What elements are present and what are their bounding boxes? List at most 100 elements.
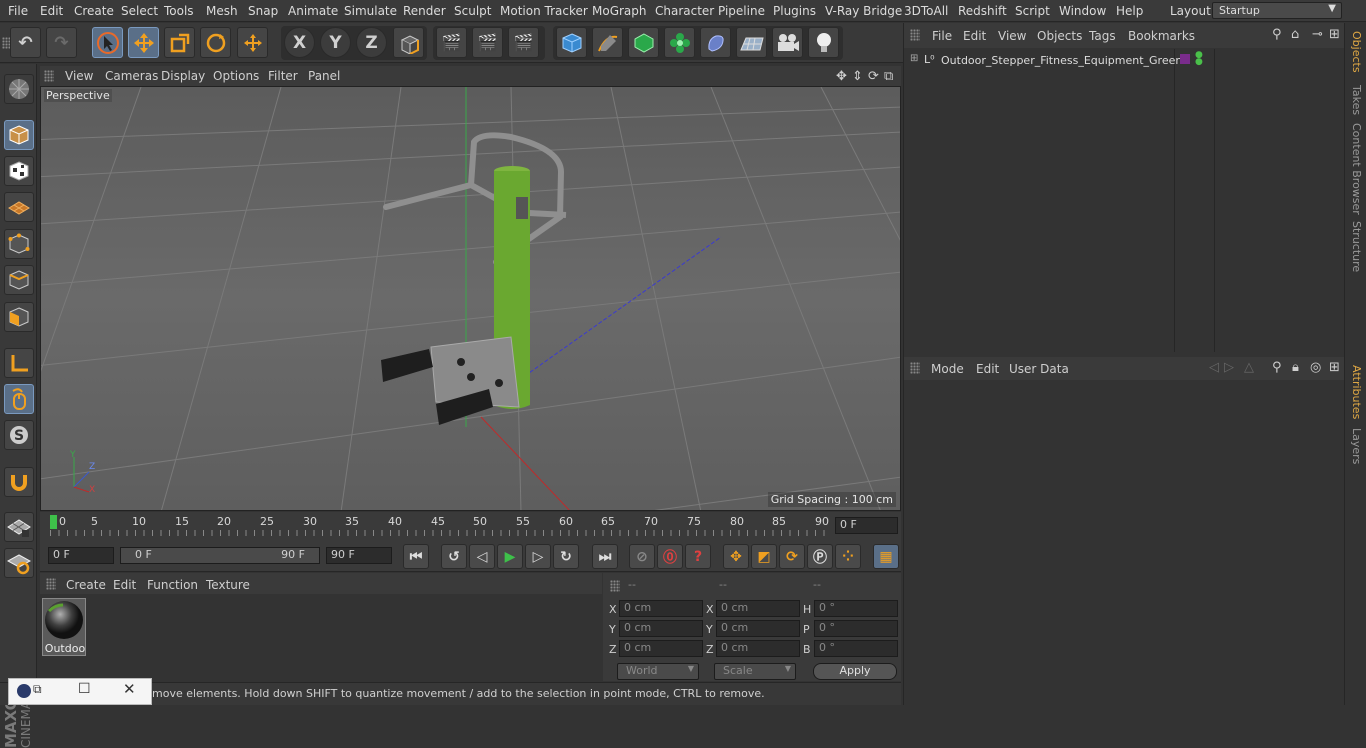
undo-button[interactable]: ↶ bbox=[10, 27, 41, 58]
objects-menu-bookmarks[interactable]: Bookmarks bbox=[1128, 29, 1195, 43]
rot-h-field[interactable]: 0 ° bbox=[814, 600, 898, 617]
tab-structure[interactable]: Structure bbox=[1350, 221, 1363, 272]
pos-z-field[interactable]: 0 cm bbox=[619, 640, 703, 657]
cloner-button[interactable] bbox=[664, 27, 695, 58]
size-z-field[interactable]: 0 cm bbox=[716, 640, 800, 657]
rot-b-field[interactable]: 0 ° bbox=[814, 640, 898, 657]
expand-icon[interactable]: ⊞ bbox=[910, 53, 918, 64]
previous-frame-button[interactable]: ◁ bbox=[469, 544, 495, 569]
render-settings-button[interactable]: 🎬 bbox=[508, 27, 539, 58]
quantize-grid-button[interactable] bbox=[4, 512, 34, 542]
menu-motion-tracker[interactable]: Motion Tracker bbox=[500, 4, 588, 18]
search-icon[interactable]: ⚲ bbox=[1272, 360, 1282, 375]
recent-tool-button[interactable] bbox=[237, 27, 268, 58]
size-y-field[interactable]: 0 cm bbox=[716, 620, 800, 637]
viewport-menu-panel[interactable]: Panel bbox=[308, 69, 340, 83]
record-keys-button[interactable]: ⊘ bbox=[629, 544, 655, 569]
viewport-menu-filter[interactable]: Filter bbox=[268, 69, 298, 83]
menu-3dtoall[interactable]: 3DToAll bbox=[904, 4, 948, 18]
rotate-tool-button[interactable] bbox=[200, 27, 231, 58]
search-icon[interactable]: ⚲ bbox=[1272, 27, 1282, 42]
key-pla-button[interactable]: ⁘ bbox=[835, 544, 861, 569]
viewport-menu-view[interactable]: View bbox=[65, 69, 93, 83]
coordinate-space-select[interactable]: World ▼ bbox=[617, 663, 699, 680]
menu-pipeline[interactable]: Pipeline bbox=[718, 4, 765, 18]
menu-edit[interactable]: Edit bbox=[40, 4, 63, 18]
deformer-button[interactable] bbox=[700, 27, 731, 58]
points-mode-button[interactable] bbox=[4, 229, 34, 259]
menu-simulate[interactable]: Simulate bbox=[344, 4, 397, 18]
viewport-rotate-icon[interactable]: ⟳ bbox=[868, 69, 879, 84]
material-menu-create[interactable]: Create bbox=[66, 578, 106, 592]
layout-select[interactable]: Startup ▼ bbox=[1212, 2, 1342, 19]
pos-x-field[interactable]: 0 cm bbox=[619, 600, 703, 617]
viewport-maximize-icon[interactable]: ⧉ bbox=[884, 69, 893, 84]
new-panel-icon[interactable]: ⊞ bbox=[1329, 360, 1340, 375]
size-x-field[interactable]: 0 cm bbox=[716, 600, 800, 617]
maximize-icon[interactable]: ☐ bbox=[78, 681, 91, 697]
keyframe-selection-button[interactable]: ? bbox=[685, 544, 711, 569]
tab-layers[interactable]: Layers bbox=[1350, 428, 1363, 464]
edges-mode-button[interactable] bbox=[4, 265, 34, 295]
tab-attributes[interactable]: Attributes bbox=[1350, 365, 1363, 419]
menu-sculpt[interactable]: Sculpt bbox=[454, 4, 491, 18]
solo-button[interactable]: S bbox=[4, 420, 34, 450]
menu-window[interactable]: Window bbox=[1059, 4, 1106, 18]
start-frame-field[interactable]: 0 F bbox=[48, 547, 114, 564]
camera-button[interactable] bbox=[772, 27, 803, 58]
tab-content-browser[interactable]: Content Browser bbox=[1350, 123, 1363, 215]
viewport-menu-display[interactable]: Display bbox=[161, 69, 205, 83]
tab-objects[interactable]: Objects bbox=[1350, 31, 1363, 73]
menu-select[interactable]: Select bbox=[121, 4, 158, 18]
next-frame-button[interactable]: ▷ bbox=[525, 544, 551, 569]
enable-axis-button[interactable] bbox=[4, 348, 34, 378]
subdivision-surface-button[interactable] bbox=[628, 27, 659, 58]
target-icon[interactable]: ◎ bbox=[1310, 360, 1321, 375]
objects-menu-view[interactable]: View bbox=[998, 29, 1026, 43]
current-frame-field[interactable]: 0 F bbox=[835, 517, 898, 534]
menu-character[interactable]: Character bbox=[655, 4, 714, 18]
viewport-zoom-icon[interactable]: ⇕ bbox=[852, 69, 863, 84]
key-scale-button[interactable]: ◩ bbox=[751, 544, 777, 569]
menu-mograph[interactable]: MoGraph bbox=[592, 4, 647, 18]
floor-button[interactable] bbox=[736, 27, 767, 58]
autokey-button[interactable]: ⓪ bbox=[657, 544, 683, 569]
make-editable-button[interactable] bbox=[4, 74, 34, 104]
attributes-menu-user-data[interactable]: User Data bbox=[1009, 362, 1069, 376]
material-menu-texture[interactable]: Texture bbox=[206, 578, 250, 592]
object-name[interactable]: Outdoor_Stepper_Fitness_Equipment_Green bbox=[941, 54, 1182, 67]
layer-color-tag[interactable] bbox=[1180, 54, 1190, 64]
menu-render[interactable]: Render bbox=[403, 4, 446, 18]
key-rotation-button[interactable]: ⟳ bbox=[779, 544, 805, 569]
timeline-ruler[interactable]: 0 5 10 15 20 25 30 35 40 45 50 55 60 65 … bbox=[40, 512, 901, 541]
z-axis-lock-button[interactable]: Z bbox=[356, 27, 387, 58]
rot-p-field[interactable]: 0 ° bbox=[814, 620, 898, 637]
up-arrow-icon[interactable]: △ bbox=[1244, 360, 1254, 375]
pos-y-field[interactable]: 0 cm bbox=[619, 620, 703, 637]
end-frame-field[interactable]: 90 F bbox=[326, 547, 392, 564]
coordinate-mode-select[interactable]: Scale ▼ bbox=[714, 663, 796, 680]
3d-viewport[interactable]: Y Z X Perspective Grid Spacing : 100 cm bbox=[40, 86, 901, 511]
objects-menu-objects[interactable]: Objects bbox=[1037, 29, 1082, 43]
render-view-button[interactable]: 🎬 bbox=[436, 27, 467, 58]
viewport-menu-options[interactable]: Options bbox=[213, 69, 259, 83]
playhead-marker[interactable] bbox=[50, 515, 57, 529]
previous-key-button[interactable]: ↺ bbox=[441, 544, 467, 569]
close-icon[interactable]: ✕ bbox=[123, 680, 136, 698]
model-mode-button[interactable] bbox=[4, 120, 34, 150]
render-picture-viewer-button[interactable]: 🎬 bbox=[472, 27, 503, 58]
tweak-mode-button[interactable] bbox=[4, 384, 34, 414]
key-parameter-button[interactable]: Ⓟ bbox=[807, 544, 833, 569]
scale-tool-button[interactable] bbox=[164, 27, 195, 58]
forward-arrow-icon[interactable]: ▷ bbox=[1224, 360, 1234, 375]
polygons-mode-button[interactable] bbox=[4, 302, 34, 332]
grid-snap-settings-button[interactable] bbox=[4, 548, 34, 578]
material-menu-function[interactable]: Function bbox=[147, 578, 198, 592]
play-button[interactable]: ▶ bbox=[497, 544, 523, 569]
cube-object-button[interactable] bbox=[556, 27, 587, 58]
texture-mode-button[interactable] bbox=[4, 156, 34, 186]
menu-script[interactable]: Script bbox=[1015, 4, 1050, 18]
timeline-window-button[interactable]: ▦ bbox=[873, 544, 899, 569]
menu-tools[interactable]: Tools bbox=[164, 4, 194, 18]
spline-pen-button[interactable] bbox=[592, 27, 623, 58]
